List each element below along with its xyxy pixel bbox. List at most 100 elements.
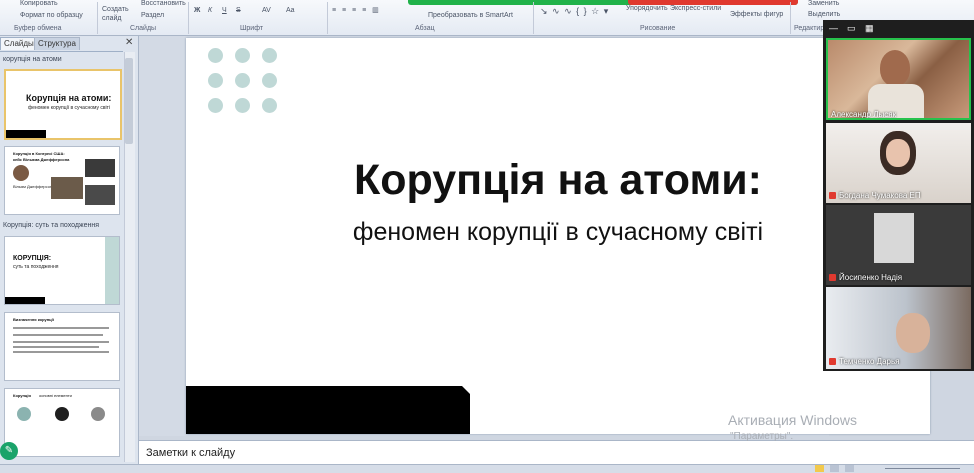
restore-button[interactable]: Восстановить xyxy=(141,0,186,7)
close-pane-icon[interactable]: ✕ xyxy=(125,37,133,48)
new-slide-button[interactable]: Создать слайд xyxy=(102,5,129,23)
align-icons[interactable]: ≡ ≡ ≡ ≡ ▥ xyxy=(332,6,381,14)
notes-placeholder: Заметки к слайду xyxy=(146,447,236,459)
shapes-gallery-icon[interactable]: ↘ ∿ ∿ { } ☆ ▾ xyxy=(540,6,609,17)
photo-image xyxy=(51,177,83,199)
text-line xyxy=(13,351,109,353)
section-header[interactable]: Корупція: суть та походження xyxy=(3,222,99,229)
participant-name: Александр Лысяк xyxy=(831,110,897,119)
section-header[interactable]: корупція на атоми xyxy=(3,56,62,63)
arrange-button[interactable]: Упорядочить xyxy=(626,5,668,12)
participant-video xyxy=(880,50,910,86)
scrollbar-thumb[interactable] xyxy=(125,58,133,144)
thumb-title: Корупція на атоми: xyxy=(26,93,112,103)
tab-slides[interactable]: Слайды xyxy=(0,37,38,50)
sorter-view-icon[interactable] xyxy=(830,465,839,472)
editing-group-label: Редактир xyxy=(794,25,825,32)
replace-button[interactable]: Заменить xyxy=(808,0,839,7)
participant-tile-4[interactable]: Темченко Дарья xyxy=(826,287,971,369)
decor-dot xyxy=(208,48,223,63)
slide-subtitle[interactable]: феномен корупції в сучасному світі xyxy=(186,218,930,247)
strike-button[interactable]: S xyxy=(236,7,241,14)
participant-name: Йосипенко Надія xyxy=(829,273,902,282)
thumb-title: Корупція xyxy=(13,393,31,398)
participant-name: Темченко Дарья xyxy=(829,357,900,366)
portrait-image xyxy=(13,165,29,181)
thumb-subtitle: основні елементи xyxy=(39,393,72,398)
shape-effects-button[interactable]: Эффекты фигур xyxy=(730,11,783,18)
paragraph-group-label: Абзац xyxy=(415,25,435,32)
element-icon xyxy=(91,407,105,421)
decor-dot xyxy=(262,48,277,63)
divider xyxy=(97,2,98,34)
text-line xyxy=(13,341,109,343)
decor-dot xyxy=(235,98,250,113)
copy-button[interactable]: Копировать xyxy=(20,0,58,7)
divider xyxy=(0,51,123,52)
thumbnail-view-icon[interactable]: ▭ xyxy=(847,23,856,34)
thumb-title: КОРУПЦІЯ: xyxy=(13,255,52,262)
normal-view-icon[interactable] xyxy=(815,465,824,472)
slide-title[interactable]: Корупція на атоми: xyxy=(186,156,930,205)
text-line xyxy=(13,346,99,348)
reading-view-icon[interactable] xyxy=(845,465,854,472)
video-conference-panel: — ▭ ▦ Александр Лысяк Богдана Чумакова Е… xyxy=(823,20,974,371)
tab-structure[interactable]: Структура xyxy=(34,37,80,50)
thumb-subtitle: Вільям Джефферсон xyxy=(13,184,53,189)
bold-button[interactable]: Ж xyxy=(194,7,200,14)
participant-tile-1[interactable]: Александр Лысяк xyxy=(826,38,971,120)
element-icon xyxy=(17,407,31,421)
zoom-slider[interactable] xyxy=(885,468,960,469)
thumb-black-bar xyxy=(5,297,45,304)
thumb-title: Корупція в Конгресі США: кейс Вільяма Дж… xyxy=(13,151,70,162)
select-button[interactable]: Выделить xyxy=(808,11,840,18)
current-slide[interactable]: Корупція на атоми: феномен корупції в су… xyxy=(186,38,930,434)
minimize-icon[interactable]: — xyxy=(829,23,838,33)
section-button[interactable]: Раздел xyxy=(141,12,164,19)
decor-dot xyxy=(235,48,250,63)
notes-pane[interactable]: Заметки к слайду xyxy=(139,440,974,464)
thumb-black-bar xyxy=(6,130,46,138)
photo-image xyxy=(85,159,115,177)
windows-activation-hint: "Параметры". xyxy=(730,431,794,442)
muted-mic-icon xyxy=(829,358,836,365)
change-case-button[interactable]: Aa xyxy=(286,7,295,14)
participant-name: Богдана Чумакова ЕП xyxy=(829,191,921,200)
windows-activation-watermark: Активация Windows xyxy=(728,412,858,428)
slide-thumbnail-1[interactable]: Корупція на атоми: феномен корупції в су… xyxy=(4,69,122,140)
underline-button[interactable]: Ч xyxy=(222,7,227,14)
grid-view-icon[interactable]: ▦ xyxy=(865,23,874,34)
drawing-group-label: Рисование xyxy=(640,25,676,32)
slide-black-bar xyxy=(186,386,470,434)
quick-styles-button[interactable]: Экспресс-стили xyxy=(670,5,721,12)
char-spacing-button[interactable]: AV xyxy=(262,7,271,14)
divider xyxy=(790,2,791,34)
participant-video xyxy=(874,213,914,263)
thumb-title: Визначення корупції xyxy=(13,317,54,322)
participant-video xyxy=(886,139,910,167)
thumb-subtitle: суть та походження xyxy=(13,264,59,270)
participant-tile-2[interactable]: Богдана Чумакова ЕП xyxy=(826,123,971,203)
decor-dot xyxy=(235,73,250,88)
divider xyxy=(533,2,534,34)
italic-button[interactable]: К xyxy=(208,7,212,14)
divider xyxy=(188,2,189,34)
decor-dot xyxy=(262,98,277,113)
slide-thumbnail-4[interactable]: Визначення корупції xyxy=(4,312,120,381)
participant-tile-3[interactable]: Йосипенко Надія xyxy=(826,205,971,285)
text-line xyxy=(13,334,103,336)
smartart-button[interactable]: Преобразовать в SmartArt xyxy=(428,12,513,19)
element-icon xyxy=(55,407,69,421)
slides-pane: Слайды Структура ✕ корупція на атоми Кор… xyxy=(0,36,139,464)
clipboard-group-label: Буфер обмена xyxy=(14,25,62,32)
slide-thumbnail-3[interactable]: КОРУПЦІЯ: суть та походження xyxy=(4,236,120,305)
format-painter-button[interactable]: Формат по образцу xyxy=(20,12,83,19)
slides-group-label: Слайды xyxy=(130,25,157,32)
photo-image xyxy=(85,185,115,205)
decor-dot xyxy=(208,73,223,88)
divider xyxy=(327,2,328,34)
slide-thumbnail-5[interactable]: Корупція основні елементи xyxy=(4,388,120,457)
annotate-pen-icon[interactable]: ✎ xyxy=(0,442,18,460)
slide-thumbnail-2[interactable]: Корупція в Конгресі США: кейс Вільяма Дж… xyxy=(4,146,120,215)
thumb-subtitle: феномен корупції в сучасному світі xyxy=(28,105,111,111)
